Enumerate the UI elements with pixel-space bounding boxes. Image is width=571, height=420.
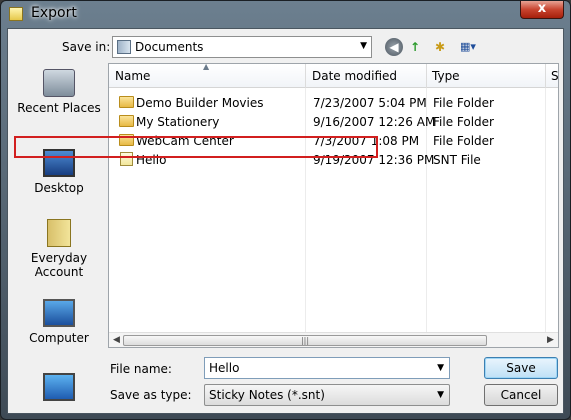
file-name-value: Hello xyxy=(209,361,240,375)
file-name-input[interactable]: Hello ▼ xyxy=(204,357,450,379)
file-type: File Folder xyxy=(433,134,494,148)
scroll-right-icon[interactable]: ▶ xyxy=(547,335,554,345)
chevron-down-icon[interactable]: ▼ xyxy=(437,363,444,373)
place-label: Recent Places xyxy=(17,101,101,115)
column-header-type[interactable]: Type xyxy=(432,69,460,83)
dialog-body: Save in: Documents ▼ ◀ ↑ ✱ ▦▾ Recent Pla… xyxy=(7,28,564,414)
file-type: File Folder xyxy=(433,96,494,110)
places-bar: Recent Places Desktop Everyday Account C… xyxy=(12,63,106,413)
horizontal-scrollbar[interactable]: ◀ ||| ▶ xyxy=(109,332,558,347)
window-title: Export xyxy=(31,5,77,21)
cancel-button[interactable]: Cancel xyxy=(484,384,558,406)
back-icon[interactable]: ◀ xyxy=(385,38,403,56)
up-folder-icon[interactable]: ↑ xyxy=(406,38,424,56)
file-name: My Stationery xyxy=(136,115,220,129)
export-dialog: Export x Save in: Documents ▼ ◀ ↑ ✱ ▦▾ R… xyxy=(0,0,571,420)
chevron-down-icon: ▼ xyxy=(360,41,367,51)
save-as-type-select[interactable]: Sticky Notes (*.snt) ▼ xyxy=(204,384,450,406)
annotation-highlight-box xyxy=(14,136,378,158)
file-date: 7/23/2007 5:04 PM xyxy=(313,96,427,110)
chevron-down-icon: ▼ xyxy=(437,390,444,400)
place-computer[interactable]: Computer xyxy=(12,299,106,345)
folder-icon xyxy=(119,96,134,108)
user-folder-icon xyxy=(47,219,71,247)
place-label: Computer xyxy=(29,331,89,345)
column-header-row: ▲ Name Date modified Type S xyxy=(109,64,558,88)
title-bar[interactable]: Export x xyxy=(1,1,570,27)
file-date: 9/16/2007 12:26 AM xyxy=(313,115,436,129)
save-as-type-value: Sticky Notes (*.snt) xyxy=(209,388,325,402)
folder-icon xyxy=(119,115,134,127)
column-divider[interactable] xyxy=(426,64,427,88)
sticky-notes-app-icon xyxy=(9,7,23,21)
new-folder-icon[interactable]: ✱ xyxy=(431,38,449,56)
place-everyday-account[interactable]: Everyday Account xyxy=(12,219,106,279)
column-header-name[interactable]: Name xyxy=(115,69,150,83)
file-row[interactable]: Demo Builder Movies 7/23/2007 5:04 PM Fi… xyxy=(109,93,558,112)
sort-ascending-icon: ▲ xyxy=(203,63,210,71)
column-divider[interactable] xyxy=(305,64,306,88)
views-menu-icon[interactable]: ▦▾ xyxy=(455,38,481,56)
place-network[interactable] xyxy=(12,373,106,405)
column-header-date-modified[interactable]: Date modified xyxy=(312,69,397,83)
save-in-label: Save in: xyxy=(62,40,111,54)
save-in-dropdown[interactable]: Documents ▼ xyxy=(112,36,372,58)
documents-folder-icon xyxy=(117,40,131,54)
close-button[interactable]: x xyxy=(520,1,564,19)
file-name-label: File name: xyxy=(110,362,172,376)
file-name: Demo Builder Movies xyxy=(136,96,264,110)
recent-places-icon xyxy=(43,69,75,97)
save-button[interactable]: Save xyxy=(484,357,558,379)
save-in-value: Documents xyxy=(135,40,204,54)
scroll-thumb[interactable]: ||| xyxy=(123,335,487,346)
file-type: SNT File xyxy=(433,153,481,167)
computer-icon xyxy=(43,299,75,327)
file-list[interactable]: ▲ Name Date modified Type S Demo Builder… xyxy=(108,63,559,348)
file-type: File Folder xyxy=(433,115,494,129)
scroll-left-icon[interactable]: ◀ xyxy=(113,335,120,345)
column-divider[interactable] xyxy=(545,64,546,88)
place-label: Desktop xyxy=(34,181,84,195)
network-icon xyxy=(43,373,75,401)
column-header-size[interactable]: S xyxy=(551,69,558,83)
place-recent-places[interactable]: Recent Places xyxy=(12,69,106,115)
file-row[interactable]: My Stationery 9/16/2007 12:26 AM File Fo… xyxy=(109,112,558,131)
place-label: Everyday Account xyxy=(30,251,88,279)
save-as-type-label: Save as type: xyxy=(110,388,192,402)
